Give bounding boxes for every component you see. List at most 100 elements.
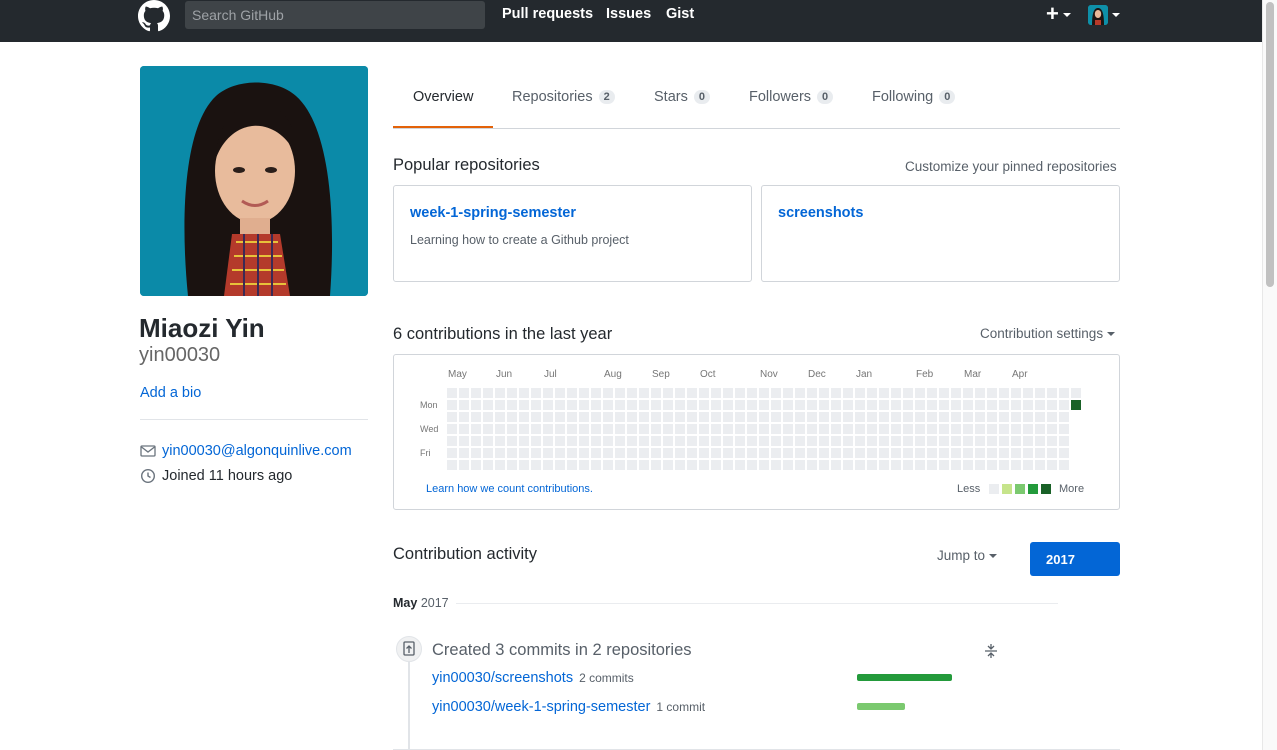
- calendar-day-cell[interactable]: [519, 388, 529, 398]
- calendar-day-cell[interactable]: [663, 460, 673, 470]
- calendar-day-cell[interactable]: [483, 388, 493, 398]
- calendar-day-cell[interactable]: [975, 436, 985, 446]
- nav-gist[interactable]: Gist: [666, 6, 694, 22]
- calendar-day-cell[interactable]: [591, 460, 601, 470]
- calendar-day-cell[interactable]: [771, 448, 781, 458]
- calendar-day-cell[interactable]: [1023, 400, 1033, 410]
- calendar-day-cell[interactable]: [807, 412, 817, 422]
- calendar-day-cell[interactable]: [1011, 436, 1021, 446]
- calendar-day-cell[interactable]: [723, 412, 733, 422]
- calendar-day-cell[interactable]: [639, 436, 649, 446]
- calendar-day-cell[interactable]: [663, 436, 673, 446]
- calendar-day-cell[interactable]: [711, 424, 721, 434]
- calendar-day-cell[interactable]: [951, 388, 961, 398]
- calendar-day-cell[interactable]: [1059, 400, 1069, 410]
- calendar-day-cell[interactable]: [711, 448, 721, 458]
- tab-repositories[interactable]: Repositories 2: [512, 89, 615, 105]
- new-plus-button[interactable]: +: [1046, 3, 1059, 25]
- calendar-day-cell[interactable]: [579, 448, 589, 458]
- calendar-day-cell[interactable]: [627, 388, 637, 398]
- calendar-day-cell[interactable]: [963, 460, 973, 470]
- calendar-day-cell[interactable]: [555, 388, 565, 398]
- calendar-day-cell[interactable]: [651, 448, 661, 458]
- calendar-day-cell[interactable]: [819, 424, 829, 434]
- calendar-day-cell[interactable]: [543, 448, 553, 458]
- calendar-day-cell[interactable]: [819, 412, 829, 422]
- calendar-day-cell[interactable]: [891, 448, 901, 458]
- calendar-day-cell[interactable]: [759, 448, 769, 458]
- calendar-day-cell[interactable]: [471, 448, 481, 458]
- calendar-day-cell[interactable]: [831, 388, 841, 398]
- calendar-day-cell[interactable]: [1035, 460, 1045, 470]
- calendar-day-cell[interactable]: [615, 460, 625, 470]
- calendar-day-cell[interactable]: [999, 412, 1009, 422]
- calendar-day-cell[interactable]: [1047, 412, 1057, 422]
- calendar-day-cell[interactable]: [615, 424, 625, 434]
- calendar-day-cell[interactable]: [759, 388, 769, 398]
- calendar-day-cell[interactable]: [675, 460, 685, 470]
- calendar-day-cell[interactable]: [891, 400, 901, 410]
- calendar-day-cell[interactable]: [987, 448, 997, 458]
- calendar-day-cell[interactable]: [639, 400, 649, 410]
- pinned-repo-link[interactable]: screenshots: [778, 205, 863, 221]
- calendar-day-cell[interactable]: [651, 412, 661, 422]
- calendar-day-cell[interactable]: [627, 424, 637, 434]
- calendar-day-cell[interactable]: [675, 388, 685, 398]
- calendar-day-cell[interactable]: [603, 400, 613, 410]
- calendar-day-cell[interactable]: [1059, 412, 1069, 422]
- calendar-day-cell[interactable]: [987, 412, 997, 422]
- calendar-day-cell[interactable]: [1035, 388, 1045, 398]
- calendar-day-cell[interactable]: [831, 400, 841, 410]
- calendar-day-cell[interactable]: [483, 424, 493, 434]
- calendar-day-cell[interactable]: [939, 460, 949, 470]
- calendar-day-cell[interactable]: [471, 388, 481, 398]
- profile-email-link[interactable]: yin00030@algonquinlive.com: [162, 443, 352, 459]
- calendar-day-cell[interactable]: [807, 388, 817, 398]
- calendar-day-cell[interactable]: [939, 412, 949, 422]
- calendar-day-cell[interactable]: [891, 412, 901, 422]
- calendar-day-cell[interactable]: [963, 412, 973, 422]
- calendar-day-cell[interactable]: [723, 436, 733, 446]
- calendar-day-cell[interactable]: [735, 424, 745, 434]
- calendar-day-cell[interactable]: [735, 460, 745, 470]
- calendar-day-cell[interactable]: [915, 412, 925, 422]
- calendar-day-cell[interactable]: [795, 460, 805, 470]
- calendar-day-cell[interactable]: [519, 412, 529, 422]
- calendar-day-cell[interactable]: [963, 424, 973, 434]
- calendar-day-cell[interactable]: [951, 448, 961, 458]
- calendar-day-cell[interactable]: [711, 436, 721, 446]
- calendar-day-cell[interactable]: [795, 412, 805, 422]
- calendar-day-cell[interactable]: [1035, 448, 1045, 458]
- calendar-day-cell[interactable]: [639, 448, 649, 458]
- jump-to-dropdown[interactable]: Jump to: [937, 548, 998, 563]
- calendar-day-cell[interactable]: [1011, 400, 1021, 410]
- calendar-day-cell[interactable]: [663, 448, 673, 458]
- calendar-day-cell[interactable]: [699, 412, 709, 422]
- calendar-day-cell[interactable]: [795, 400, 805, 410]
- calendar-day-cell[interactable]: [543, 424, 553, 434]
- calendar-day-cell[interactable]: [447, 388, 457, 398]
- calendar-day-cell[interactable]: [807, 460, 817, 470]
- calendar-day-cell[interactable]: [891, 460, 901, 470]
- calendar-day-cell[interactable]: [1011, 448, 1021, 458]
- calendar-day-cell[interactable]: [951, 460, 961, 470]
- calendar-day-cell[interactable]: [999, 424, 1009, 434]
- calendar-day-cell[interactable]: [939, 448, 949, 458]
- calendar-day-cell[interactable]: [483, 400, 493, 410]
- calendar-day-cell[interactable]: [711, 460, 721, 470]
- calendar-day-cell[interactable]: [591, 424, 601, 434]
- calendar-day-cell[interactable]: [459, 412, 469, 422]
- calendar-day-cell[interactable]: [567, 388, 577, 398]
- calendar-day-cell[interactable]: [867, 412, 877, 422]
- nav-pull-requests[interactable]: Pull requests: [502, 6, 593, 22]
- calendar-day-cell[interactable]: [507, 436, 517, 446]
- calendar-day-cell[interactable]: [603, 388, 613, 398]
- calendar-day-cell[interactable]: [483, 412, 493, 422]
- calendar-day-cell[interactable]: [747, 400, 757, 410]
- calendar-day-cell[interactable]: [483, 436, 493, 446]
- calendar-day-cell[interactable]: [495, 412, 505, 422]
- calendar-day-cell[interactable]: [975, 424, 985, 434]
- calendar-day-cell[interactable]: [663, 424, 673, 434]
- calendar-day-cell[interactable]: [843, 388, 853, 398]
- calendar-day-cell[interactable]: [447, 436, 457, 446]
